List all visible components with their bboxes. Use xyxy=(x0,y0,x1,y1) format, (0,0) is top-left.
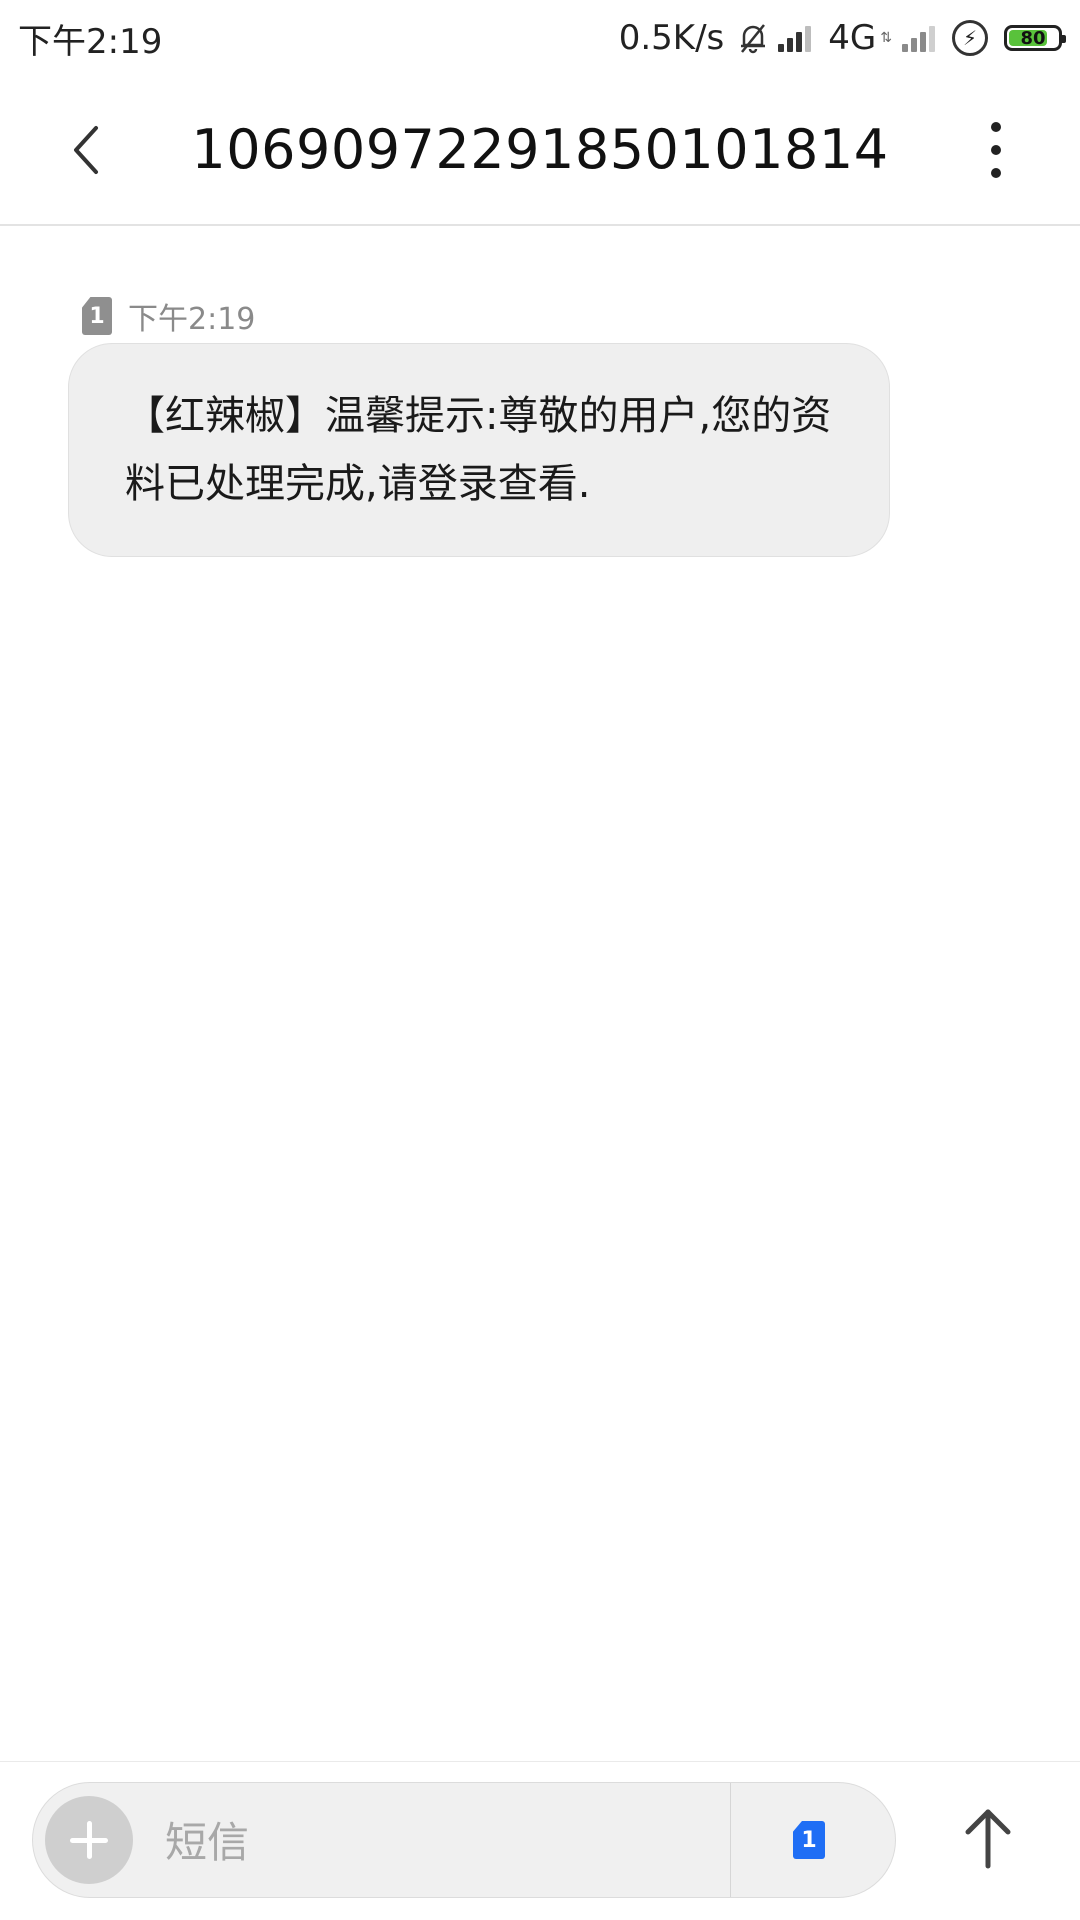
compose-separator xyxy=(730,1783,731,1897)
compose-bar: 1 xyxy=(32,1782,896,1898)
sim-card-icon: 1 xyxy=(82,297,112,335)
conversation-header: 10690972291850101814 xyxy=(0,76,1080,226)
bell-muted-icon xyxy=(741,24,766,54)
data-activity-icon: ⇅ xyxy=(880,30,892,46)
signal-strength-2-icon xyxy=(902,24,942,52)
more-options-icon[interactable] xyxy=(984,122,1008,178)
charging-icon: ⚡ xyxy=(952,20,988,56)
sim-select-icon[interactable]: 1 xyxy=(793,1821,825,1859)
battery-level: 80 xyxy=(1020,27,1046,49)
status-icons: 0.5K/s 4G ⇅ ⚡ 80 xyxy=(618,18,1066,58)
message-timestamp: 下午2:19 xyxy=(128,302,256,337)
sms-input[interactable] xyxy=(163,1807,727,1877)
battery-icon: 80 xyxy=(1004,25,1066,51)
network-type: 4G xyxy=(828,18,877,58)
message-meta: 1 下午2:19 xyxy=(82,294,255,338)
send-arrow-icon[interactable] xyxy=(958,1806,1018,1870)
signal-strength-icon xyxy=(778,24,818,52)
network-speed: 0.5K/s xyxy=(618,18,725,58)
status-time: 下午2:19 xyxy=(18,21,163,62)
compose-divider-line xyxy=(0,1761,1080,1762)
status-bar: 下午2:19 0.5K/s 4G ⇅ ⚡ 80 xyxy=(0,0,1080,76)
add-attachment-button[interactable] xyxy=(45,1796,133,1884)
message-bubble[interactable]: 【红辣椒】温馨提示:尊敬的用户,您的资料已处理完成,请登录查看. xyxy=(68,343,890,557)
contact-number-title: 10690972291850101814 xyxy=(191,118,889,181)
